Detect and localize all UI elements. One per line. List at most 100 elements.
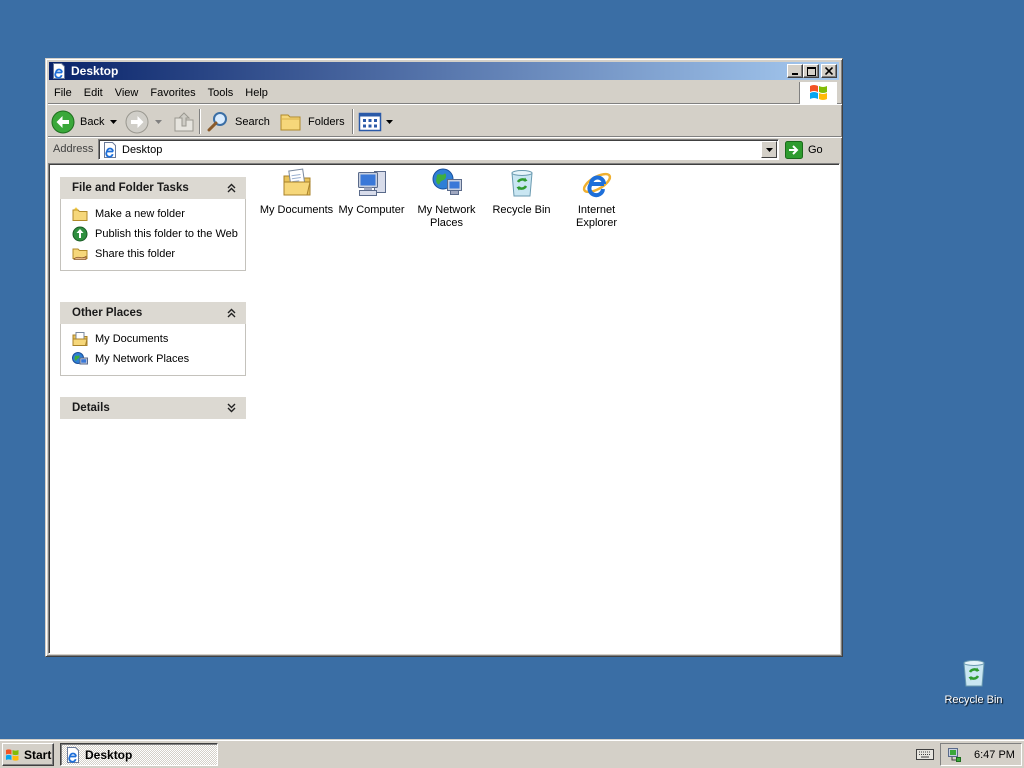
- back-button[interactable]: Back: [51, 109, 118, 134]
- network-status-icon[interactable]: [946, 747, 962, 763]
- standard-toolbar: Back Search Folders: [48, 106, 842, 137]
- chevron-down-icon: [765, 147, 773, 152]
- up-folder-icon: [172, 110, 196, 134]
- item-label: Recycle Bin: [492, 204, 551, 216]
- window-title: Desktop: [71, 64, 119, 78]
- maximize-button[interactable]: [803, 64, 819, 78]
- menu-file[interactable]: File: [48, 83, 78, 103]
- my-network-places-icon: [431, 167, 463, 199]
- chevron-down-icon[interactable]: [386, 119, 393, 124]
- panel-title: Details: [72, 402, 110, 414]
- menu-tools[interactable]: Tools: [202, 83, 240, 103]
- task-publish-folder-web[interactable]: Publish this folder to the Web: [72, 226, 239, 242]
- taskbar: Start Desktop 6:47 PM: [0, 739, 1024, 768]
- keyboard-icon[interactable]: [916, 747, 934, 761]
- place-my-network-places[interactable]: My Network Places: [72, 351, 239, 367]
- place-my-documents[interactable]: My Documents: [72, 331, 239, 347]
- folders-icon: [279, 111, 303, 133]
- task-make-new-folder[interactable]: Make a new folder: [72, 206, 239, 222]
- item-label: My Documents: [259, 204, 334, 216]
- menu-help[interactable]: Help: [239, 83, 274, 103]
- close-button[interactable]: [821, 64, 837, 78]
- menu-edit[interactable]: Edit: [78, 83, 109, 103]
- item-my-computer[interactable]: My Computer: [334, 167, 409, 230]
- item-my-documents[interactable]: My Documents: [259, 167, 334, 230]
- task-label: Make a new folder: [95, 208, 185, 220]
- my-computer-icon: [356, 167, 388, 199]
- file-folder-tasks-list: Make a new folder Publish this folder to…: [60, 199, 246, 271]
- folder-content: File and Folder Tasks Make a new folder …: [48, 163, 840, 654]
- chevron-double-up-icon[interactable]: [227, 183, 236, 193]
- menu-view[interactable]: View: [109, 83, 145, 103]
- go-button[interactable]: Go: [785, 140, 823, 160]
- new-folder-icon: [72, 206, 88, 222]
- minimize-button[interactable]: [787, 64, 803, 78]
- other-places-panel: Other Places My Documents My Network Pla…: [60, 302, 246, 376]
- windows-flag-icon: [807, 83, 831, 103]
- task-share-folder[interactable]: Share this folder: [72, 246, 239, 262]
- toolbar-separator: [352, 109, 354, 134]
- task-label: Share this folder: [95, 248, 176, 260]
- explorer-window: Desktop File Edit View Favorites Tools H…: [45, 58, 843, 657]
- address-input[interactable]: Desktop: [98, 139, 779, 160]
- details-panel: Details: [60, 397, 246, 419]
- back-label: Back: [80, 115, 105, 128]
- address-bar: Address Desktop Go: [48, 138, 842, 162]
- folders-button[interactable]: Folders: [279, 109, 345, 134]
- go-arrow-icon: [785, 141, 803, 159]
- views-icon: [358, 112, 382, 132]
- clock[interactable]: 6:47 PM: [974, 749, 1015, 761]
- forward-arrow-icon: [125, 110, 149, 134]
- title-bar[interactable]: Desktop: [49, 62, 839, 80]
- share-folder-icon: [72, 246, 88, 262]
- item-recycle-bin[interactable]: Recycle Bin: [484, 167, 559, 230]
- start-label: Start: [24, 747, 52, 762]
- chevron-double-down-icon[interactable]: [227, 403, 236, 413]
- taskbar-button-desktop[interactable]: Desktop: [60, 743, 218, 766]
- folders-label: Folders: [308, 115, 345, 128]
- address-dropdown-button[interactable]: [761, 141, 777, 158]
- item-my-network-places[interactable]: My Network Places: [409, 167, 484, 230]
- desktop-recycle-bin[interactable]: Recycle Bin: [936, 657, 1011, 706]
- item-label: Internet Explorer: [576, 204, 617, 229]
- views-button[interactable]: [358, 109, 393, 134]
- panel-title: Other Places: [72, 307, 143, 319]
- recycle-bin-icon: [506, 167, 538, 199]
- back-arrow-icon: [51, 110, 75, 134]
- menu-bar: File Edit View Favorites Tools Help: [48, 82, 842, 104]
- details-header[interactable]: Details: [60, 397, 246, 419]
- start-button[interactable]: Start: [2, 743, 54, 766]
- file-folder-tasks-header[interactable]: File and Folder Tasks: [60, 177, 246, 199]
- task-label: Publish this folder to the Web: [95, 228, 238, 240]
- recycle-bin-icon: [958, 657, 990, 689]
- chevron-down-icon[interactable]: [110, 119, 118, 124]
- close-icon: [825, 67, 833, 75]
- my-network-places-icon: [72, 351, 88, 367]
- chevron-double-up-icon[interactable]: [227, 308, 236, 318]
- file-folder-tasks-panel: File and Folder Tasks Make a new folder …: [60, 177, 246, 271]
- item-label: My Network Places: [417, 204, 476, 229]
- caption-buttons: [787, 64, 837, 78]
- menu-favorites[interactable]: Favorites: [144, 83, 201, 103]
- go-label: Go: [808, 144, 823, 156]
- search-label: Search: [235, 115, 270, 128]
- up-button[interactable]: [172, 109, 196, 134]
- other-places-list: My Documents My Network Places: [60, 324, 246, 376]
- search-button[interactable]: Search: [206, 109, 270, 134]
- publish-web-icon: [72, 226, 88, 242]
- my-documents-icon: [281, 167, 313, 199]
- minimize-icon: [791, 67, 799, 75]
- maximize-icon: [806, 66, 816, 76]
- windows-logo: [799, 82, 837, 104]
- ie-page-icon: [102, 141, 118, 158]
- place-label: My Documents: [95, 333, 169, 345]
- ie-page-icon: [51, 63, 67, 79]
- ie-page-icon: [65, 746, 81, 763]
- address-value: Desktop: [122, 143, 163, 156]
- toolbar-separator: [199, 109, 201, 134]
- forward-button[interactable]: [125, 109, 162, 134]
- system-tray: 6:47 PM: [940, 743, 1022, 766]
- item-internet-explorer[interactable]: Internet Explorer: [559, 167, 634, 230]
- chevron-down-icon[interactable]: [155, 119, 162, 124]
- other-places-header[interactable]: Other Places: [60, 302, 246, 324]
